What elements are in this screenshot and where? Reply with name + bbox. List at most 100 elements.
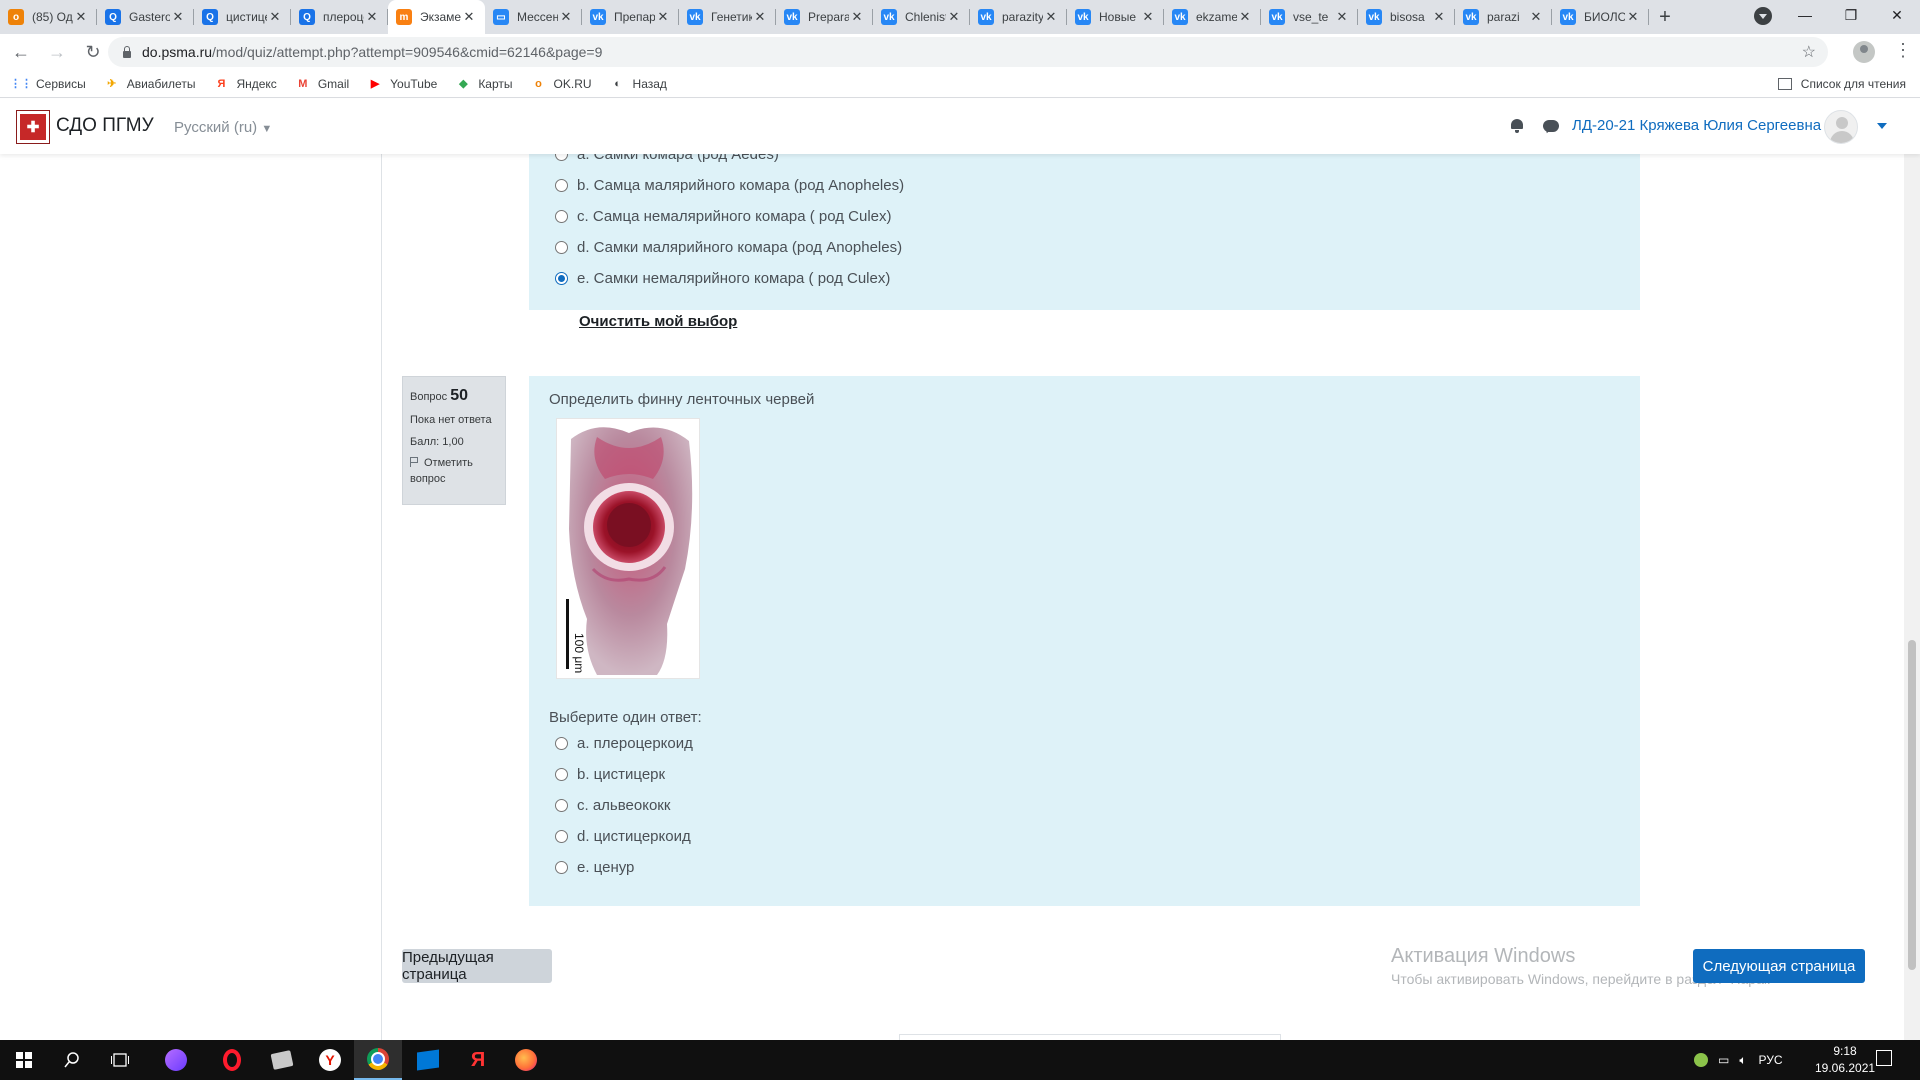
tab-close-icon[interactable]: ✕	[364, 9, 380, 25]
answer-radio[interactable]	[555, 799, 568, 812]
answer-option[interactable]: d. Самки малярийного комара (род Anophel…	[555, 239, 902, 256]
tab-close-icon[interactable]: ✕	[1043, 9, 1059, 25]
answer-radio[interactable]	[555, 830, 568, 843]
tab-close-icon[interactable]: ✕	[946, 9, 962, 25]
browser-tab[interactable]: vk Chlenistonogie✕	[873, 0, 970, 34]
reading-list-button[interactable]: Список для чтения	[1777, 70, 1906, 98]
bookmark-item[interactable]: ⋮⋮ Сервисы	[10, 76, 86, 92]
bookmark-item[interactable]: ◆ Карты	[455, 76, 512, 92]
browser-tab[interactable]: о (85) Одноклассники✕	[0, 0, 97, 34]
browser-tab[interactable]: vk БИОЛОГИЯ✕	[1552, 0, 1649, 34]
close-window-button[interactable]: ✕	[1874, 0, 1920, 30]
browser-tab[interactable]: vk bisosa ✕	[1358, 0, 1455, 34]
browser-tab[interactable]: vk Preparaty✕	[776, 0, 873, 34]
new-tab-button[interactable]: +	[1649, 0, 1681, 34]
answer-radio[interactable]	[555, 768, 568, 781]
browser-tab[interactable]: vk ekzamen✕	[1164, 0, 1261, 34]
bookmark-item[interactable]: Я Яндекс	[213, 76, 277, 92]
tab-close-icon[interactable]: ✕	[1237, 9, 1253, 25]
tab-close-icon[interactable]: ✕	[558, 9, 574, 25]
user-menu-name[interactable]: ЛД-20-21 Кряжева Юлия Сергеевна	[1572, 117, 1821, 134]
browser-menu-icon[interactable]: ⋮	[1894, 40, 1912, 61]
input-language[interactable]: РУС	[1759, 1053, 1783, 1067]
store-icon[interactable]	[404, 1040, 452, 1080]
answer-radio[interactable]	[555, 241, 568, 254]
clear-choice-link[interactable]: Очистить мой выбор	[579, 313, 737, 330]
lock-icon[interactable]	[122, 46, 132, 58]
answer-option[interactable]: d. цистицеркоид	[555, 828, 691, 845]
tab-close-icon[interactable]: ✕	[1625, 9, 1641, 25]
tab-close-icon[interactable]: ✕	[655, 9, 671, 25]
bookmark-item[interactable]: ▶ YouTube	[367, 76, 437, 92]
answer-radio[interactable]	[555, 272, 568, 285]
browser-tab[interactable]: vk Генетика✕	[679, 0, 776, 34]
browser-tab[interactable]: vk vse_te ✕	[1261, 0, 1358, 34]
browser-tab[interactable]: vk Препараты✕	[582, 0, 679, 34]
tab-close-icon[interactable]: ✕	[267, 9, 283, 25]
browser-tab[interactable]: ▭ Мессенджер✕	[485, 0, 582, 34]
answer-option[interactable]: e. ценур	[555, 859, 634, 876]
app-card-icon[interactable]	[258, 1040, 306, 1080]
site-logo[interactable]: ✚	[16, 110, 50, 144]
opera-icon[interactable]	[208, 1040, 256, 1080]
flag-question-link[interactable]: Отметить вопрос	[410, 456, 498, 487]
previous-page-button[interactable]: Предыдущая страница	[402, 949, 552, 983]
minimize-button[interactable]: —	[1782, 0, 1828, 30]
taskbar-search-icon[interactable]	[48, 1040, 96, 1080]
answer-option[interactable]: c. альвеококк	[555, 797, 670, 814]
tab-close-icon[interactable]: ✕	[73, 9, 89, 25]
bookmark-item[interactable]: M Gmail	[295, 76, 349, 92]
user-avatar[interactable]	[1824, 110, 1858, 144]
browser-tab[interactable]: vk parazi ✕	[1455, 0, 1552, 34]
answer-option[interactable]: b. цистицерк	[555, 766, 665, 783]
language-menu[interactable]: Русский (ru) ▼	[174, 119, 272, 136]
site-name[interactable]: СДО ПГМУ	[56, 115, 154, 137]
browser-tab[interactable]: vk Новые ✕	[1067, 0, 1164, 34]
alice-assistant-icon[interactable]	[152, 1040, 200, 1080]
reload-icon[interactable]: ↻	[78, 37, 108, 67]
bookmark-item[interactable]: о OK.RU	[531, 76, 591, 92]
notification-center-icon[interactable]	[1876, 1050, 1892, 1066]
tab-close-icon[interactable]: ✕	[849, 9, 865, 25]
restore-button[interactable]: ❐	[1828, 0, 1874, 30]
tab-close-icon[interactable]: ✕	[461, 9, 477, 25]
volume-icon[interactable]: 🔈︎	[1739, 1053, 1746, 1068]
browser-tab[interactable]: Qплероцеркоид✕	[291, 0, 388, 34]
forward-arrow-icon[interactable]: →	[42, 37, 72, 67]
back-arrow-icon[interactable]: ←	[6, 37, 36, 67]
answer-radio[interactable]	[555, 179, 568, 192]
tab-close-icon[interactable]: ✕	[1334, 9, 1350, 25]
tab-close-icon[interactable]: ✕	[752, 9, 768, 25]
yandex-browser-icon[interactable]: Y	[306, 1040, 354, 1080]
answer-option[interactable]: e. Самки немалярийного комара ( род Cule…	[555, 270, 890, 287]
answer-radio[interactable]	[555, 737, 568, 750]
profile-avatar-icon[interactable]	[1853, 41, 1875, 63]
answer-option[interactable]: a. Самки комара (род Aedes)	[555, 154, 779, 163]
chrome-icon[interactable]	[354, 1040, 402, 1080]
task-view-icon[interactable]	[96, 1040, 144, 1080]
answer-radio[interactable]	[555, 210, 568, 223]
bookmark-star-icon[interactable]: ☆	[1802, 42, 1816, 62]
tab-close-icon[interactable]: ✕	[1140, 9, 1156, 25]
tab-close-icon[interactable]: ✕	[170, 9, 186, 25]
tray-status-icon[interactable]	[1694, 1053, 1708, 1067]
tab-search-icon[interactable]	[1754, 7, 1772, 25]
answer-radio[interactable]	[555, 861, 568, 874]
address-bar[interactable]: do.psma.ru/mod/quiz/attempt.php?attempt=…	[108, 37, 1828, 67]
browser-tab[interactable]: Q Gastero...✕	[97, 0, 194, 34]
page-scrollbar[interactable]	[1904, 154, 1920, 1040]
windows-start-icon[interactable]	[0, 1040, 48, 1080]
answer-option[interactable]: c. Самца немалярийного комара ( род Cule…	[555, 208, 892, 225]
bookmark-item[interactable]: ✈ Авиабилеты	[104, 76, 195, 92]
messages-chat-icon[interactable]	[1543, 120, 1559, 132]
taskbar-clock[interactable]: 9:18 19.06.2021	[1815, 1043, 1875, 1077]
answer-option[interactable]: a. плероцеркоид	[555, 735, 693, 752]
bookmark-item[interactable]: ◐ Назад	[610, 76, 667, 92]
yandex-icon[interactable]: Я	[454, 1040, 502, 1080]
tab-close-icon[interactable]: ✕	[1528, 9, 1544, 25]
answer-option[interactable]: b. Самца малярийного комара (род Anophel…	[555, 177, 904, 194]
scrollbar-thumb[interactable]	[1908, 640, 1916, 970]
browser-tab[interactable]: vk parazity ✕	[970, 0, 1067, 34]
notification-bell-icon[interactable]	[1510, 118, 1524, 133]
browser-tab[interactable]: m Экзамен✕	[388, 0, 485, 34]
